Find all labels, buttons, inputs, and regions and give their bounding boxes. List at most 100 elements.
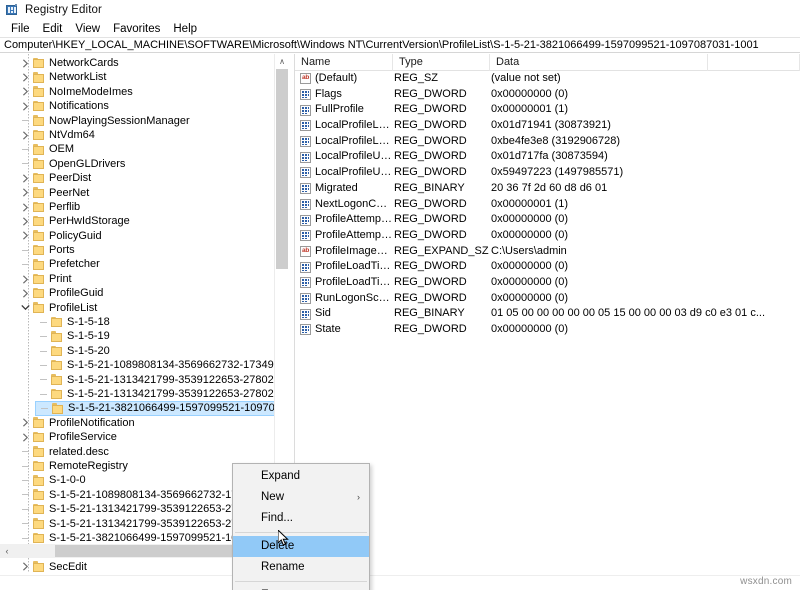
chevron-right-icon[interactable] [17, 56, 33, 70]
value-row[interactable]: LocalProfileLoa...REG_DWORD0xbe4fe3e8 (3… [295, 134, 800, 150]
chevron-right-icon[interactable] [17, 186, 33, 200]
chevron-right-icon[interactable] [17, 128, 33, 142]
value-row[interactable]: FlagsREG_DWORD0x00000000 (0) [295, 87, 800, 103]
tree-item-hit[interactable]: Prefetcher [17, 257, 104, 271]
chevron-right-icon[interactable] [17, 85, 33, 99]
value-row[interactable]: FullProfileREG_DWORD0x00000001 (1) [295, 102, 800, 118]
scroll-up-arrow[interactable]: ∧ [275, 54, 289, 68]
tree-item[interactable]: OEM [0, 142, 274, 156]
value-row[interactable]: SidREG_BINARY01 05 00 00 00 00 00 05 15 … [295, 306, 800, 322]
tree-item-hit[interactable]: ProfileList [17, 301, 101, 315]
value-row[interactable]: NextLogonCach...REG_DWORD0x00000001 (1) [295, 197, 800, 213]
menu-help[interactable]: Help [167, 22, 204, 36]
tree-item[interactable]: NoImeModeImes [0, 85, 274, 99]
tree-item-hit[interactable]: Notifications [17, 99, 113, 113]
tree-item[interactable]: Notifications [0, 99, 274, 113]
tree-item-hit[interactable]: NoImeModeImes [17, 85, 137, 99]
chevron-right-icon[interactable] [17, 560, 33, 573]
value-row[interactable]: LocalProfileUnlo...REG_DWORD0x01d717fa (… [295, 149, 800, 165]
tree-item-hit[interactable]: S-1-5-21-1313421799-3539122653-278022103… [35, 387, 289, 401]
context-menu-item-delete[interactable]: Delete [233, 536, 369, 557]
tree-item-hit[interactable]: NetworkCards [17, 56, 123, 70]
tree-item[interactable]: Ports [0, 243, 274, 257]
tree-item-hit[interactable]: S-1-5-21-1313421799-3539122653-278022103… [35, 373, 289, 387]
chevron-right-icon[interactable] [17, 229, 33, 243]
context-menu-item-find[interactable]: Find... [233, 508, 369, 529]
tree-item-hit[interactable]: PolicyGuid [17, 229, 106, 243]
value-row[interactable]: MigratedREG_BINARY20 36 7f 2d 60 d8 d6 0… [295, 181, 800, 197]
tree-item-hit[interactable]: OEM [17, 142, 78, 156]
value-row[interactable]: ProfileLoadTime...REG_DWORD0x00000000 (0… [295, 275, 800, 291]
tree-item[interactable]: ProfileService [0, 430, 274, 444]
column-header-data[interactable]: Data [490, 54, 708, 71]
column-header-name[interactable]: Name [295, 54, 393, 71]
tree-item[interactable]: ProfileList [0, 301, 274, 315]
tree-item-hit[interactable]: ProfileNotification [17, 416, 139, 430]
tree-item-hit[interactable]: Ports [17, 243, 79, 257]
tree-item-hit[interactable]: S-1-5-20 [35, 344, 114, 358]
tree-item[interactable]: NetworkList [0, 70, 274, 84]
tree-item[interactable]: S-1-5-20 [0, 344, 274, 358]
chevron-right-icon[interactable] [17, 286, 33, 300]
tree-item[interactable]: PeerNet [0, 186, 274, 200]
chevron-right-icon[interactable] [17, 200, 33, 214]
context-menu[interactable]: ExpandNew›Find...DeleteRenameExportPermi… [232, 463, 370, 590]
tree-item-hit[interactable]: NowPlayingSessionManager [17, 114, 194, 128]
tree-item-hit[interactable]: NtVdm64 [17, 128, 99, 142]
context-menu-item-expand[interactable]: Expand [233, 466, 369, 487]
value-row[interactable]: abProfileImagePathREG_EXPAND_SZC:\Users\… [295, 244, 800, 260]
tree-item[interactable]: Perflib [0, 200, 274, 214]
tree-item[interactable]: S-1-5-19 [0, 329, 274, 343]
tree-item-hit[interactable]: S-1-5-21-1313421799-3539122653-278022 [17, 517, 266, 531]
value-row[interactable]: LocalProfileUnlo...REG_DWORD0x59497223 (… [295, 165, 800, 181]
menu-file[interactable]: File [5, 22, 37, 36]
menu-favorites[interactable]: Favorites [107, 22, 167, 36]
context-menu-item-export[interactable]: Export [233, 585, 369, 590]
tree-item-hit[interactable]: ProfileService [17, 430, 121, 444]
chevron-right-icon[interactable] [17, 71, 33, 85]
chevron-right-icon[interactable] [17, 416, 33, 430]
context-menu-item-rename[interactable]: Rename [233, 557, 369, 578]
tree-item-hit[interactable]: related.desc [17, 445, 113, 459]
value-row[interactable]: ProfileLoadTime...REG_DWORD0x00000000 (0… [295, 259, 800, 275]
value-row[interactable]: ProfileAttempte...REG_DWORD0x00000000 (0… [295, 212, 800, 228]
tree-item[interactable]: NowPlayingSessionManager [0, 114, 274, 128]
tree-item-hit[interactable]: SecEdit [17, 560, 91, 573]
chevron-down-icon[interactable] [17, 301, 33, 315]
chevron-right-icon[interactable] [17, 99, 33, 113]
value-row[interactable]: RunLogonScript...REG_DWORD0x00000000 (0) [295, 291, 800, 307]
tree-item-hit[interactable]: Perflib [17, 200, 84, 214]
tree-item-hit[interactable]: S-1-5-21-1089808134-3569662732-173495842… [35, 358, 289, 372]
address-bar[interactable]: Computer\HKEY_LOCAL_MACHINE\SOFTWARE\Mic… [0, 37, 800, 53]
tree-item[interactable]: PolicyGuid [0, 229, 274, 243]
value-row[interactable]: ab(Default)REG_SZ(value not set) [295, 71, 800, 87]
menu-edit[interactable]: Edit [37, 22, 70, 36]
tree-item[interactable]: PeerDist [0, 171, 274, 185]
value-row[interactable]: ProfileAttempte...REG_DWORD0x00000000 (0… [295, 228, 800, 244]
tree-item[interactable]: S-1-5-21-1089808134-3569662732-173495842… [0, 358, 274, 372]
tree-item[interactable]: S-1-5-21-1313421799-3539122653-278022103… [0, 387, 274, 401]
tree-item[interactable]: S-1-5-18 [0, 315, 274, 329]
chevron-right-icon[interactable] [17, 272, 33, 286]
chevron-right-icon[interactable] [17, 214, 33, 228]
tree-item[interactable]: Prefetcher [0, 257, 274, 271]
tree-item[interactable]: NetworkCards [0, 56, 274, 70]
chevron-right-icon[interactable] [17, 171, 33, 185]
chevron-right-icon[interactable] [17, 430, 33, 444]
tree-item-hit[interactable]: Print [17, 272, 76, 286]
tree-item-hit[interactable]: NetworkList [17, 70, 110, 84]
column-header-type[interactable]: Type [393, 54, 490, 71]
scroll-thumb[interactable] [276, 69, 288, 269]
tree-item-hit[interactable]: S-1-5-21-3821066499-1597099521-109708703… [35, 401, 289, 415]
tree-item[interactable]: PerHwIdStorage [0, 214, 274, 228]
value-row[interactable]: StateREG_DWORD0x00000000 (0) [295, 322, 800, 338]
value-row[interactable]: LocalProfileLoa...REG_DWORD0x01d71941 (3… [295, 118, 800, 134]
tree-item[interactable]: OpenGLDrivers [0, 157, 274, 171]
tree-item[interactable]: Print [0, 272, 274, 286]
tree-item[interactable]: ProfileNotification [0, 416, 274, 430]
tree-item-hit[interactable]: S-1-5-21-1313421799-3539122653-278022 [17, 502, 266, 516]
tree-item-hit[interactable]: PeerDist [17, 171, 95, 185]
tree-item-hit[interactable]: RemoteRegistry [17, 459, 132, 473]
tree-item[interactable]: NtVdm64 [0, 128, 274, 142]
tree-item-hit[interactable]: S-1-5-18 [35, 315, 114, 329]
